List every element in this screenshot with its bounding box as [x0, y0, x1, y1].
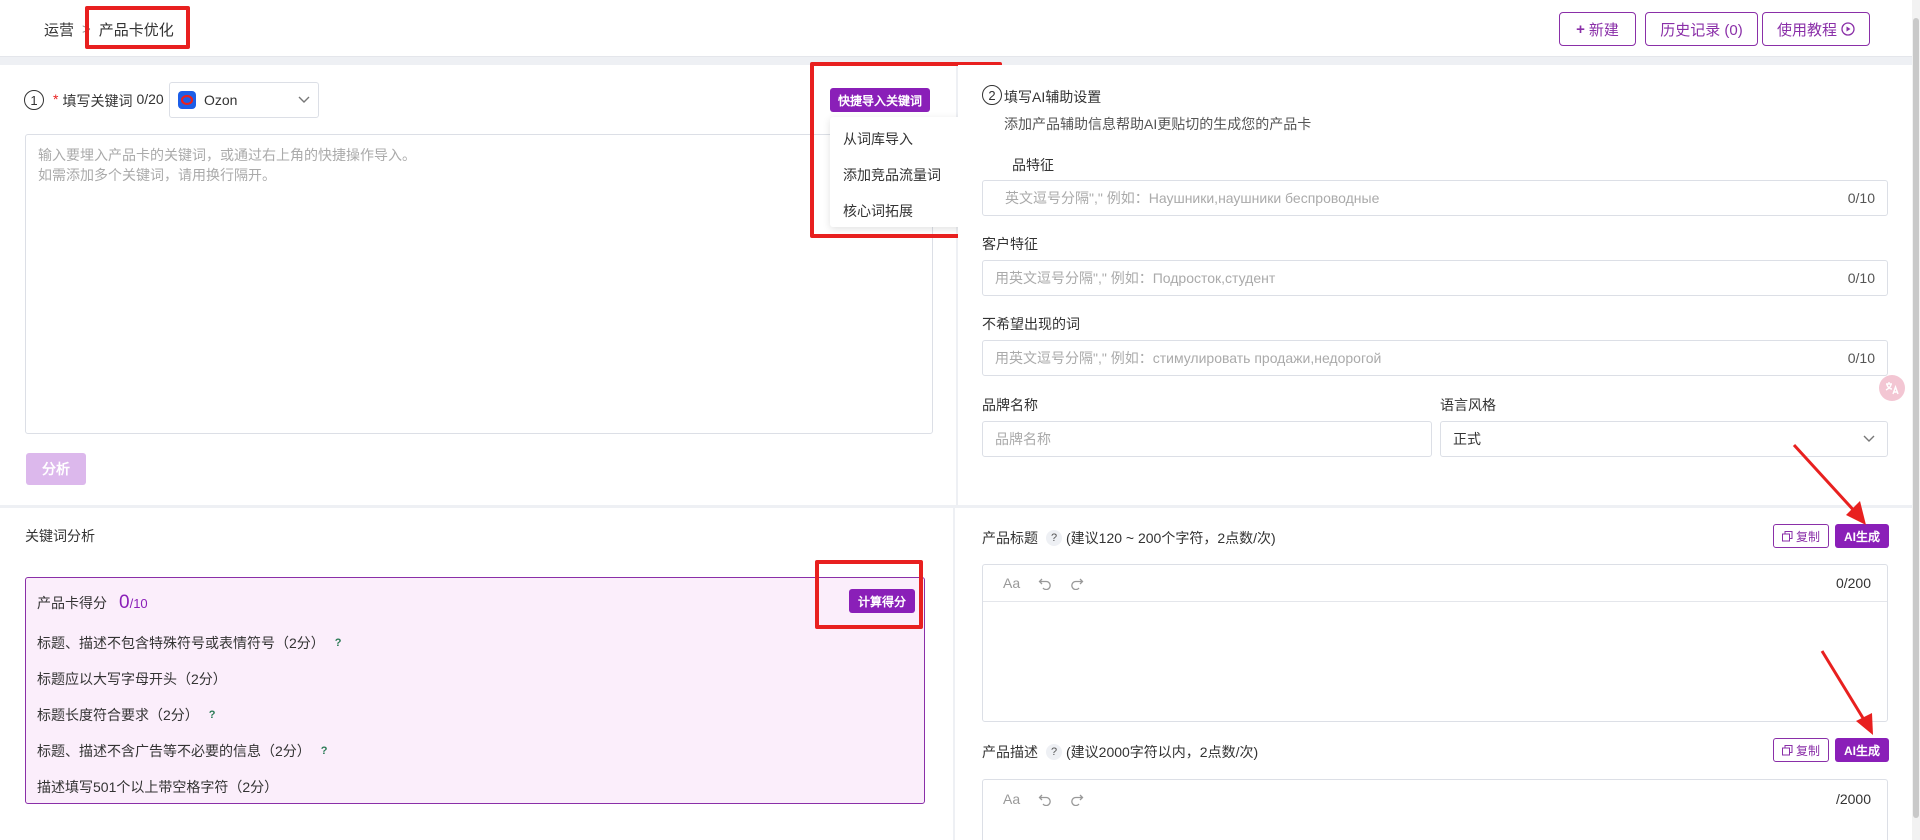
chevron-down-icon	[298, 96, 310, 103]
undo-icon[interactable]	[1038, 576, 1052, 590]
rule-item: 标题长度符合要求（2分） ?	[37, 705, 216, 725]
score-total: /10	[129, 596, 148, 611]
ai-settings-title: 填写AI辅助设置	[1004, 89, 1102, 105]
score-line: 产品卡得分 0 /10	[37, 592, 148, 614]
desc-editor[interactable]: Aa /2000	[982, 779, 1888, 840]
breadcrumb-root[interactable]: 运营	[44, 19, 74, 40]
help-icon[interactable]: ?	[1046, 744, 1062, 760]
font-tool-icon[interactable]: Aa	[1003, 575, 1020, 591]
analyze-button[interactable]: 分析	[26, 453, 86, 485]
product-feature-label: 品特征	[1012, 157, 1054, 173]
keyword-label-text: 填写关键词	[62, 93, 133, 109]
scrollbar-thumb[interactable]	[1913, 18, 1919, 818]
desc-editor-note: (建议2000字符以内，2点数/次)	[1066, 744, 1259, 760]
brand-placeholder: 品牌名称	[995, 431, 1051, 447]
customer-feature-label: 客户特征	[982, 236, 1038, 252]
redo-icon[interactable]	[1070, 792, 1084, 806]
scrollbar-track[interactable]	[1912, 0, 1920, 840]
rule-text: 标题、描述不包含特殊符号或表情符号（2分）	[37, 635, 325, 651]
highlight-breadcrumb	[85, 6, 190, 49]
desc-editor-label: 产品描述	[982, 744, 1038, 760]
step-two-marker: 2	[982, 85, 1002, 105]
annotation-arrow-icon	[1792, 443, 1866, 525]
redo-icon[interactable]	[1070, 576, 1084, 590]
excluded-words-count: 0/10	[1847, 350, 1875, 366]
keyword-count: 0/20	[136, 91, 164, 107]
product-feature-count: 0/10	[1847, 190, 1875, 206]
highlight-calculate-score	[815, 560, 923, 629]
keyword-placeholder-line-2: 如需添加多个关键词，请用换行隔开。	[38, 167, 276, 183]
rule-item: 描述填写501个以上带空格字符（2分）	[37, 779, 279, 795]
required-mark: *	[53, 91, 59, 107]
copy-desc-button[interactable]: 复制	[1773, 738, 1829, 762]
platform-value: Ozon	[204, 92, 238, 108]
keyword-analysis-title: 关键词分析	[25, 528, 95, 544]
new-button[interactable]: + 新建	[1559, 12, 1636, 46]
title-editor[interactable]: Aa 0/200	[982, 564, 1888, 722]
rule-item: 标题、描述不含广告等不必要的信息（2分） ?	[37, 741, 328, 761]
new-button-label: 新建	[1588, 21, 1619, 39]
excluded-words-placeholder: 用英文逗号分隔"," 例如：стимулировать продажи,недо…	[995, 350, 1382, 366]
translate-glyph-icon	[1885, 382, 1899, 395]
keyword-placeholder-line-1: 输入要埋入产品卡的关键词，或通过右上角的快捷操作导入。	[38, 147, 416, 163]
desc-editor-header: 产品描述 ? (建议2000字符以内，2点数/次)	[982, 742, 1258, 762]
tutorial-button[interactable]: 使用教程	[1762, 12, 1870, 46]
copy-icon	[1781, 744, 1793, 755]
platform-select[interactable]: Ozon	[169, 82, 319, 118]
score-label: 产品卡得分	[37, 595, 107, 611]
font-tool-icon[interactable]: Aa	[1003, 791, 1020, 807]
keyword-textarea[interactable]: 输入要埋入产品卡的关键词，或通过右上角的快捷操作导入。 如需添加多个关键词，请用…	[25, 134, 933, 434]
title-editor-header: 产品标题 ? (建议120 ~ 200个字符，2点数/次)	[982, 528, 1276, 548]
excluded-words-input[interactable]: 用英文逗号分隔"," 例如：стимулировать продажи,недо…	[982, 340, 1888, 376]
brand-input[interactable]: 品牌名称	[982, 421, 1432, 457]
keyword-label: * 填写关键词 0/20	[53, 91, 164, 111]
customer-feature-input[interactable]: 用英文逗号分隔"," 例如：Подросток,студент 0/10	[982, 260, 1888, 296]
ai-generate-desc-button[interactable]: AI生成	[1835, 738, 1889, 762]
annotation-arrow-icon	[1820, 650, 1873, 735]
brand-label: 品牌名称	[982, 397, 1038, 413]
tutorial-button-label: 使用教程	[1776, 21, 1837, 39]
translate-icon[interactable]	[1879, 375, 1905, 401]
rule-text: 标题、描述不含广告等不必要的信息（2分）	[37, 743, 311, 759]
plus-icon: +	[1576, 20, 1585, 38]
ai-settings-subtitle: 添加产品辅助信息帮助AI更贴切的生成您的产品卡	[1004, 116, 1312, 132]
rule-hint-icon[interactable]: ?	[335, 637, 342, 649]
step-one-marker: 1	[24, 90, 44, 110]
rule-hint-icon[interactable]: ?	[321, 745, 328, 757]
copy-desc-label: 复制	[1795, 743, 1820, 758]
desc-char-count: /2000	[1835, 790, 1871, 807]
score-value: 0	[119, 592, 130, 613]
history-button[interactable]: 历史记录 (0)	[1645, 12, 1758, 46]
score-box: 产品卡得分 0 /10 标题、描述不包含特殊符号或表情符号（2分） ? 标题应以…	[25, 577, 925, 804]
customer-feature-placeholder: 用英文逗号分隔"," 例如：Подросток,студент	[995, 270, 1276, 286]
title-char-count: 0/200	[1835, 575, 1871, 591]
title-editor-toolbar: Aa 0/200	[983, 565, 1887, 602]
rule-item: 标题应以大写字母开头（2分）	[37, 671, 227, 687]
play-circle-icon	[1841, 22, 1855, 36]
rule-hint-icon[interactable]: ?	[209, 709, 216, 721]
language-style-value: 正式	[1453, 431, 1481, 447]
title-editor-note: (建议120 ~ 200个字符，2点数/次)	[1066, 530, 1276, 546]
history-button-label: 历史记录 (0)	[1660, 21, 1743, 39]
excluded-words-label: 不希望出现的词	[982, 316, 1080, 332]
language-style-label: 语言风格	[1440, 397, 1496, 413]
product-feature-input[interactable]: 英文逗号分隔"," 例如：Наушники,наушники беспровод…	[982, 180, 1888, 216]
rule-item: 标题、描述不包含特殊符号或表情符号（2分） ?	[37, 633, 342, 653]
product-feature-placeholder: 英文逗号分隔"," 例如：Наушники,наушники беспровод…	[1005, 190, 1380, 206]
ozon-logo-icon	[178, 91, 196, 109]
customer-feature-count: 0/10	[1847, 270, 1875, 286]
rule-text: 标题长度符合要求（2分）	[37, 707, 199, 723]
help-icon[interactable]: ?	[1046, 530, 1062, 546]
undo-icon[interactable]	[1038, 792, 1052, 806]
desc-editor-toolbar: Aa /2000	[983, 780, 1887, 817]
title-editor-label: 产品标题	[982, 530, 1038, 546]
